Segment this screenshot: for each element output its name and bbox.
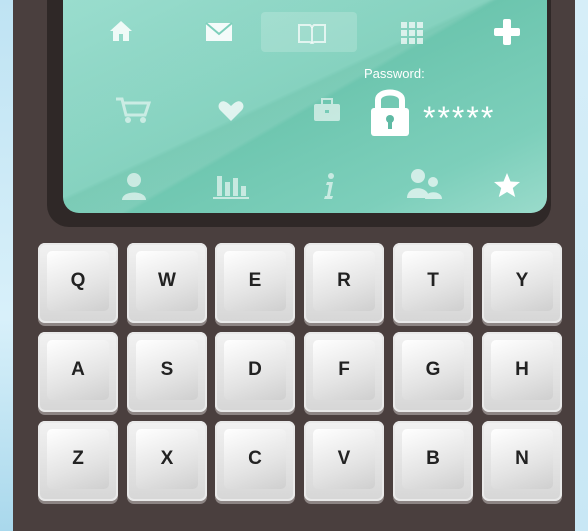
mail-icon[interactable]: [205, 22, 233, 42]
briefcase-icon[interactable]: [313, 98, 341, 122]
heart-icon[interactable]: [218, 100, 244, 122]
screen: Password: *****: [63, 0, 547, 213]
key-label: Q: [47, 251, 109, 311]
key-label: Z: [47, 429, 109, 489]
info-icon[interactable]: [321, 172, 337, 200]
plus-icon[interactable]: [493, 18, 521, 46]
key-label: T: [402, 251, 464, 311]
key-d[interactable]: D: [215, 332, 295, 412]
cart-icon[interactable]: [115, 96, 151, 124]
lock-icon[interactable]: [369, 86, 411, 138]
key-label: R: [313, 251, 375, 311]
key-label: B: [402, 429, 464, 489]
key-q[interactable]: Q: [38, 243, 118, 323]
key-g[interactable]: G: [393, 332, 473, 412]
key-label: W: [136, 251, 198, 311]
key-label: F: [313, 340, 375, 400]
key-x[interactable]: X: [127, 421, 207, 501]
key-t[interactable]: T: [393, 243, 473, 323]
key-s[interactable]: S: [127, 332, 207, 412]
key-z[interactable]: Z: [38, 421, 118, 501]
key-label: X: [136, 429, 198, 489]
key-v[interactable]: V: [304, 421, 384, 501]
book-icon[interactable]: [297, 22, 327, 44]
key-w[interactable]: W: [127, 243, 207, 323]
key-a[interactable]: A: [38, 332, 118, 412]
key-label: D: [224, 340, 286, 400]
key-c[interactable]: C: [215, 421, 295, 501]
key-label: C: [224, 429, 286, 489]
password-field[interactable]: *****: [423, 102, 495, 134]
key-label: G: [402, 340, 464, 400]
key-label: V: [313, 429, 375, 489]
user-icon[interactable]: [121, 172, 147, 200]
key-label: Y: [491, 251, 553, 311]
users-icon[interactable]: [407, 168, 443, 200]
key-label: E: [224, 251, 286, 311]
bar-chart-icon[interactable]: [211, 170, 251, 200]
grid-icon[interactable]: [401, 22, 423, 44]
password-label: Password:: [364, 66, 425, 81]
key-e[interactable]: E: [215, 243, 295, 323]
key-label: S: [136, 340, 198, 400]
key-r[interactable]: R: [304, 243, 384, 323]
key-label: H: [491, 340, 553, 400]
key-b[interactable]: B: [393, 421, 473, 501]
star-icon[interactable]: [493, 172, 521, 198]
key-n[interactable]: N: [482, 421, 562, 501]
key-f[interactable]: F: [304, 332, 384, 412]
key-y[interactable]: Y: [482, 243, 562, 323]
key-h[interactable]: H: [482, 332, 562, 412]
key-label: A: [47, 340, 109, 400]
home-icon[interactable]: [109, 20, 133, 42]
key-label: N: [491, 429, 553, 489]
